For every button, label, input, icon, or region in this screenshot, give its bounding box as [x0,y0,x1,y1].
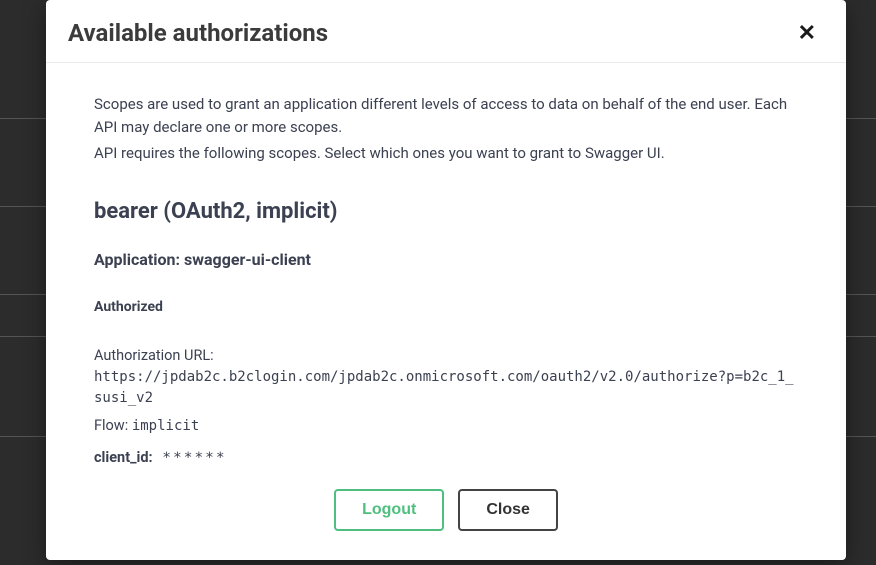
application-value: swagger-ui-client [184,250,311,269]
button-row: Logout Close [94,489,798,531]
close-button[interactable]: Close [458,489,558,531]
authorizations-modal: Available authorizations ✕ Scopes are us… [46,0,846,560]
close-icon: ✕ [798,20,816,45]
scopes-description: Scopes are used to grant an application … [94,93,798,140]
logout-button[interactable]: Logout [334,489,444,531]
flow-label: Flow: [94,417,128,434]
authorization-url-block: Authorization URL: https://jpdab2c.b2clo… [94,345,798,409]
modal-title: Available authorizations [68,19,328,47]
authorization-url-value: https://jpdab2c.b2clogin.com/jpdab2c.onm… [94,367,798,409]
scopes-select-instruction: API requires the following scopes. Selec… [94,142,798,165]
client-id-label: client_id: [94,449,153,466]
flow-value: implicit [132,418,199,434]
authorization-url-label: Authorization URL: [94,345,798,367]
auth-scheme-title: bearer (OAuth2, implicit) [94,199,798,224]
modal-body: Scopes are used to grant an application … [46,63,846,560]
auth-status: Authorized [94,299,798,315]
client-id-value: ****** [162,450,226,466]
modal-header: Available authorizations ✕ [46,0,846,63]
application-line: Application: swagger-ui-client [94,250,798,269]
application-label: Application: [94,250,180,269]
close-icon-button[interactable]: ✕ [790,18,824,48]
client-id-line: client_id: ****** [94,447,798,470]
flow-line: Flow: implicit [94,415,798,437]
